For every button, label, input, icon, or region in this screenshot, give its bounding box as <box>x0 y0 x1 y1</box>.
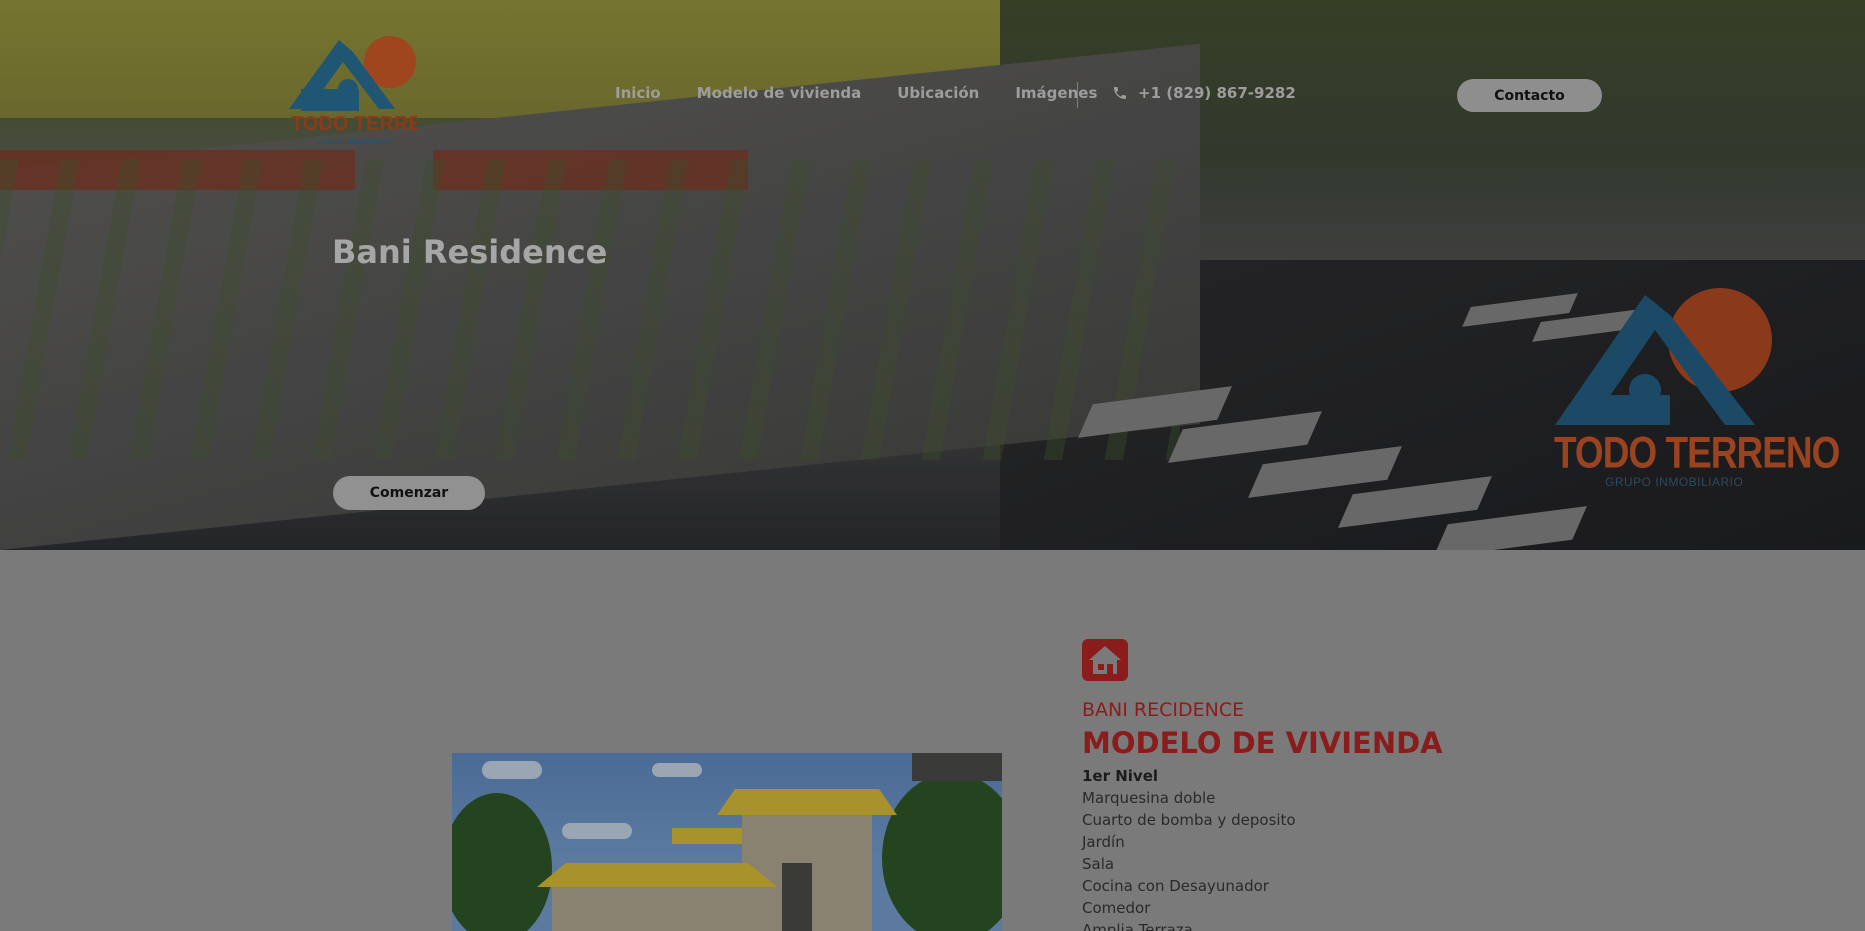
phone-number: +1 (829) 867-9282 <box>1138 84 1296 102</box>
hero-brand-name: TODO TERRENO <box>1554 428 1840 478</box>
feature-item: Comedor <box>1082 899 1151 917</box>
nav-divider <box>1077 82 1078 108</box>
nav-inicio[interactable]: Inicio <box>615 84 661 102</box>
house-model-image <box>452 753 1002 931</box>
feature-item: Jardín <box>1082 833 1125 851</box>
site-logo[interactable]: TODO TERRENO GRUPO INMOBILIARIO <box>287 34 417 146</box>
nav-imagenes[interactable]: Imágenes <box>1015 84 1097 102</box>
hero-title: Bani Residence <box>332 233 608 271</box>
svg-text:TODO TERRENO: TODO TERRENO <box>291 113 417 135</box>
house-icon <box>1082 639 1128 681</box>
nav-ubicacion[interactable]: Ubicación <box>897 84 979 102</box>
feature-item: Amplia Terraza <box>1082 921 1193 931</box>
nav-modelo-vivienda[interactable]: Modelo de vivienda <box>697 84 862 102</box>
contact-button[interactable]: Contacto <box>1457 79 1602 112</box>
phone-link[interactable]: +1 (829) 867-9282 <box>1112 84 1296 102</box>
feature-item: Sala <box>1082 855 1115 873</box>
feature-item: Marquesina doble <box>1082 789 1216 807</box>
section-title: MODELO DE VIVIENDA <box>1082 726 1443 760</box>
svg-text:GRUPO INMOBILIARIO: GRUPO INMOBILIARIO <box>317 139 393 146</box>
main-nav: Inicio Modelo de vivienda Ubicación Imág… <box>615 84 1133 102</box>
start-button[interactable]: Comenzar <box>333 476 485 510</box>
feature-item: Cocina con Desayunador <box>1082 877 1269 895</box>
phone-icon <box>1114 87 1126 99</box>
section-eyebrow: BANI RECIDENCE <box>1082 699 1245 721</box>
features-list: 1er Nivel Marquesina doble Cuarto de bom… <box>1082 765 1296 931</box>
features-heading: 1er Nivel <box>1082 767 1159 785</box>
hero-section: TODO TERRENO GRUPO INMOBILIARIO TODO TER… <box>0 0 1865 550</box>
feature-item: Cuarto de bomba y deposito <box>1082 811 1296 829</box>
hero-brand-sub: GRUPO INMOBILIARIO <box>1605 475 1744 489</box>
